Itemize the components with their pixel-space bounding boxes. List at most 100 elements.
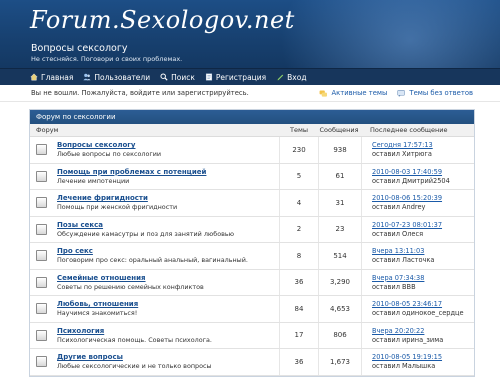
search-icon xyxy=(160,73,168,81)
forum-icon xyxy=(36,250,47,262)
forum-titles: Любовь, отношения Научимся знакомиться! xyxy=(57,300,138,317)
nav-register[interactable]: Регистрация xyxy=(205,73,266,82)
category-title: Форум по сексологии xyxy=(30,110,474,124)
forum-cell: Семейные отношения Советы по решению семе… xyxy=(30,269,280,295)
forum-title-link[interactable]: Любовь, отношения xyxy=(57,300,138,308)
last-post-cell: 2010-07-23 08:01:37 оставил Олеся xyxy=(362,221,474,238)
table-row: Вопросы сексологу Любые вопросы по сексол… xyxy=(30,137,474,164)
last-post-link[interactable]: 2010-08-05 23:46:17 xyxy=(372,300,474,308)
last-post-author: оставил Дмитрий2504 xyxy=(372,176,450,185)
forum-description: Советы по решению семейных конфликтов xyxy=(57,282,204,291)
nav-users[interactable]: Пользователи xyxy=(83,73,150,82)
last-post-cell: 2010-08-05 19:19:15 оставил Малышка xyxy=(362,353,474,370)
column-last-post: Последнее сообщение xyxy=(370,126,448,134)
forum-title-link[interactable]: Позы секса xyxy=(57,221,234,229)
active-topics-icon xyxy=(320,89,328,97)
forum-title-link[interactable]: Вопросы сексологу xyxy=(57,141,161,149)
topics-count: 84 xyxy=(280,296,319,322)
forum-list: Вопросы сексологу Любые вопросы по сексол… xyxy=(30,137,474,376)
last-post-link[interactable]: Вчера 20:20:22 xyxy=(372,327,474,335)
site-description: Не стесняйся. Поговори о своих проблемах… xyxy=(31,55,183,63)
last-post-link[interactable]: 2010-07-23 08:01:37 xyxy=(372,221,474,229)
forum-description: Любые сексологические и не только вопрос… xyxy=(57,362,212,371)
forum-cell: Вопросы сексологу Любые вопросы по сексол… xyxy=(30,137,280,163)
forum-cell: Про секс Поговорим про секс: оральный ана… xyxy=(30,243,280,269)
quick-links: Активные темы Темы без ответов xyxy=(309,89,473,97)
forum-icon xyxy=(36,144,47,156)
login-notice: Вы не вошли. Пожалуйста, войдите или зар… xyxy=(31,89,249,97)
topics-count: 36 xyxy=(280,349,319,375)
last-post-author: оставил Ласточка xyxy=(372,256,435,265)
forum-description: Поговорим про секс: оральный анальный, в… xyxy=(57,256,248,265)
home-icon xyxy=(30,73,38,81)
forum-icon xyxy=(36,303,47,315)
forum-cell: Позы секса Обсуждение камасутры и поз для… xyxy=(30,216,280,242)
forum-titles: Вопросы сексологу Любые вопросы по сексол… xyxy=(57,141,161,158)
forum-icon xyxy=(36,276,47,288)
posts-count: 23 xyxy=(319,216,362,242)
last-post-link[interactable]: 2010-08-05 19:19:15 xyxy=(372,353,474,361)
active-topics-label: Активные темы xyxy=(331,89,388,97)
forum-title-link[interactable]: Другие вопросы xyxy=(57,353,212,361)
table-row: Лечение фригидности Помощь при женской фр… xyxy=(30,190,474,217)
last-post-author: оставил Олеся xyxy=(372,229,424,238)
site-logo[interactable]: Forum.Sexologov.net xyxy=(30,6,295,34)
nav-login-label: Вход xyxy=(287,72,307,82)
posts-count: 1,673 xyxy=(319,349,362,375)
last-post-author: оставил BBB xyxy=(372,282,416,291)
nav-search[interactable]: Поиск xyxy=(160,73,195,82)
column-topics: Темы xyxy=(289,126,308,134)
forum-title-link[interactable]: Про секс xyxy=(57,247,248,255)
forum-icon xyxy=(36,356,47,368)
last-post-author: оставил Хитрюга xyxy=(372,150,432,159)
forum-title-link[interactable]: Психология xyxy=(57,327,212,335)
topics-count: 36 xyxy=(280,269,319,295)
last-post-link[interactable]: 2010-08-06 15:20:39 xyxy=(372,194,474,202)
column-posts: Сообщения xyxy=(319,126,359,134)
nav-login[interactable]: Вход xyxy=(276,72,307,82)
topics-count: 230 xyxy=(280,137,319,163)
table-row: Семейные отношения Советы по решению семе… xyxy=(30,269,474,296)
nav-home-label: Главная xyxy=(41,72,74,82)
forum-icon xyxy=(36,329,47,341)
unanswered-topics-label: Темы без ответов xyxy=(409,89,473,97)
table-row: Про секс Поговорим про секс: оральный ана… xyxy=(30,243,474,270)
forum-title-link[interactable]: Лечение фригидности xyxy=(57,194,177,202)
forum-description: Психологическая помощь. Советы психолога… xyxy=(57,335,212,344)
posts-count: 806 xyxy=(319,322,362,348)
last-post-cell: 2010-08-05 23:46:17 оставил одинокое_серд… xyxy=(362,300,474,317)
active-topics-link[interactable]: Активные темы xyxy=(319,89,387,97)
nav-search-label: Поиск xyxy=(171,72,195,82)
table-row: Позы секса Обсуждение камасутры и поз для… xyxy=(30,216,474,243)
unanswered-topics-link[interactable]: Темы без ответов xyxy=(397,89,473,97)
forum-titles: Лечение фригидности Помощь при женской фр… xyxy=(57,194,177,211)
last-post-link[interactable]: 2010-08-03 17:40:59 xyxy=(372,168,474,176)
users-icon xyxy=(83,73,92,81)
forum-title-link[interactable]: Семейные отношения xyxy=(57,274,204,282)
notice-bar: Вы не вошли. Пожалуйста, войдите или зар… xyxy=(0,85,500,102)
last-post-cell: Вчера 07:34:38 оставил BBB xyxy=(362,274,474,291)
forum-icon xyxy=(36,197,47,209)
main-navigation: Главная Пользователи Поиск Регистрация В… xyxy=(0,68,500,85)
last-post-link[interactable]: Вчера 07:34:38 xyxy=(372,274,474,282)
forum-titles: Про секс Поговорим про секс: оральный ана… xyxy=(57,247,248,264)
last-post-author: оставил ирина_зима xyxy=(372,335,444,344)
forum-icon xyxy=(36,223,47,235)
last-post-cell: Вчера 20:20:22 оставил ирина_зима xyxy=(362,327,474,344)
last-post-link[interactable]: Вчера 13:11:03 xyxy=(372,247,474,255)
forum-titles: Другие вопросы Любые сексологические и не… xyxy=(57,353,212,370)
last-post-link[interactable]: Сегодня 17:57:13 xyxy=(372,141,474,149)
topics-count: 5 xyxy=(280,163,319,189)
forum-title-link[interactable]: Помощь при проблемах с потенцией xyxy=(57,168,206,176)
forum-cell: Помощь при проблемах с потенцией Лечение … xyxy=(30,163,280,189)
nav-register-label: Регистрация xyxy=(215,72,267,82)
header-glow xyxy=(280,0,500,68)
nav-home[interactable]: Главная xyxy=(30,73,73,82)
unanswered-topics-icon xyxy=(397,89,406,97)
forum-description: Обсуждение камасутры и поз для занятий л… xyxy=(57,229,235,238)
forum-panel: Форум по сексологии Форум Темы Сообщения… xyxy=(29,109,475,377)
forum-cell: Психология Психологическая помощь. Советы… xyxy=(30,322,280,348)
forum-description: Лечение импотенции xyxy=(57,176,130,185)
last-post-cell: 2010-08-06 15:20:39 оставил Andrey xyxy=(362,194,474,211)
forum-titles: Семейные отношения Советы по решению семе… xyxy=(57,274,204,291)
